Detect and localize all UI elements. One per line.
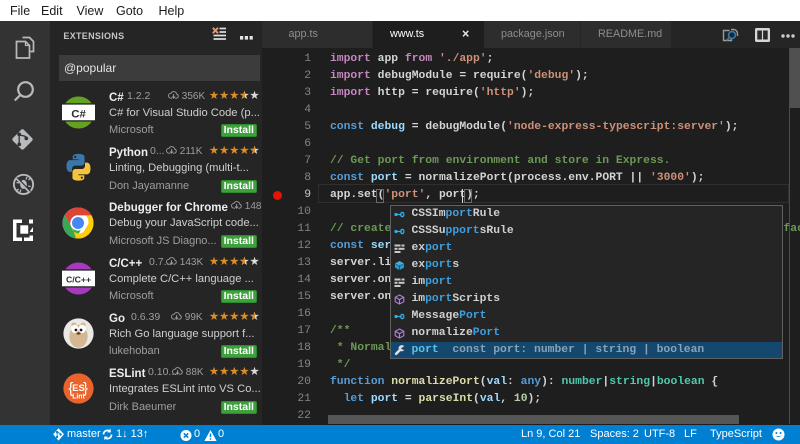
svg-text:Lint: Lint	[72, 394, 85, 401]
svg-text:ES: ES	[72, 383, 85, 394]
svg-text:C#: C#	[71, 108, 86, 120]
svg-text:C/C++: C/C++	[66, 275, 91, 285]
